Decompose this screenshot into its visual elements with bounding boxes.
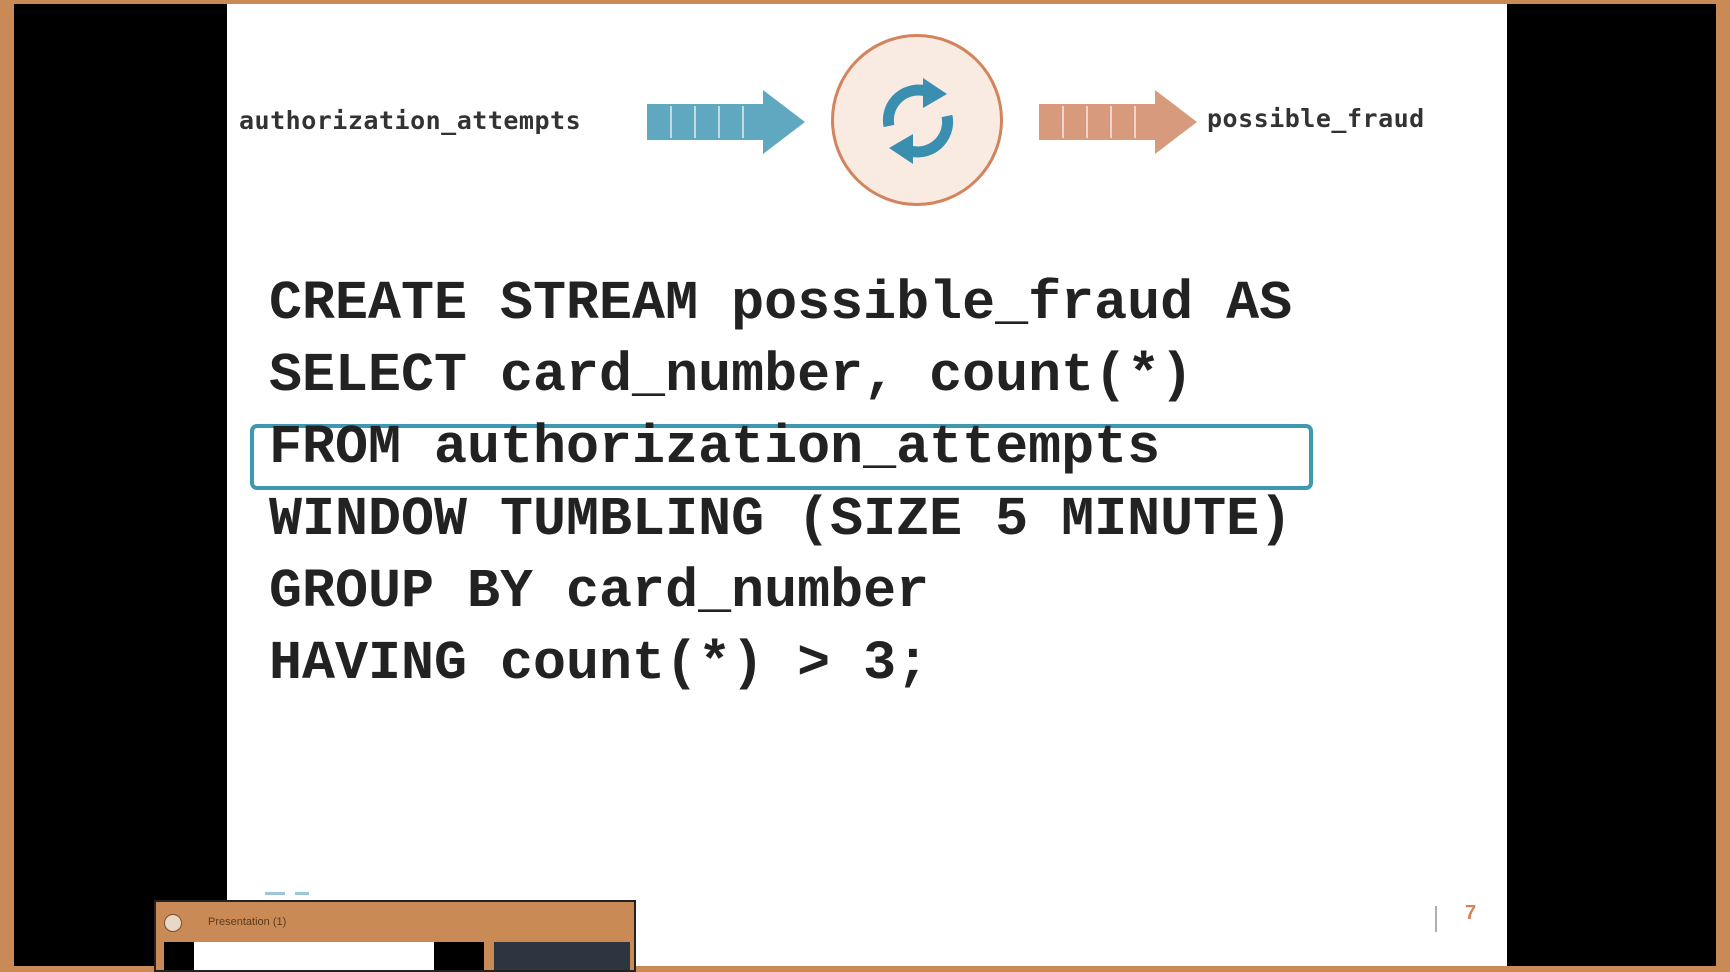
page-number-separator	[1435, 906, 1437, 932]
code-line-having: HAVING count(*) > 3;	[269, 632, 930, 695]
output-stream-arrow-icon	[1039, 90, 1197, 154]
ksql-code-block: CREATE STREAM possible_fraud AS SELECT c…	[269, 268, 1292, 700]
code-line-window: WINDOW TUMBLING (SIZE 5 MINUTE)	[269, 488, 1293, 551]
preview-title: Presentation (1)	[208, 916, 287, 928]
input-stream-arrow-icon	[647, 90, 805, 154]
app-icon	[164, 914, 182, 932]
page-number: 7	[1465, 902, 1477, 924]
refresh-cycle-icon	[882, 78, 954, 164]
code-line-select: SELECT card_number, count(*)	[269, 344, 1194, 407]
taskbar-window-preview[interactable]: Presentation (1)	[154, 900, 636, 972]
input-stream-label: authorization_attempts	[239, 106, 582, 135]
footer-logo	[265, 892, 309, 895]
code-line-group-by: GROUP BY card_number	[269, 560, 930, 623]
code-line-create: CREATE STREAM possible_fraud AS	[269, 272, 1293, 335]
code-line-from: FROM authorization_attempts	[269, 416, 1161, 479]
stream-processor-node	[831, 34, 1003, 206]
preview-window-right	[494, 942, 630, 970]
presentation-slide: authorization_attempts possible_fraud CR…	[227, 4, 1507, 966]
output-stream-label: possible_fraud	[1207, 104, 1425, 133]
preview-slide	[194, 942, 434, 970]
